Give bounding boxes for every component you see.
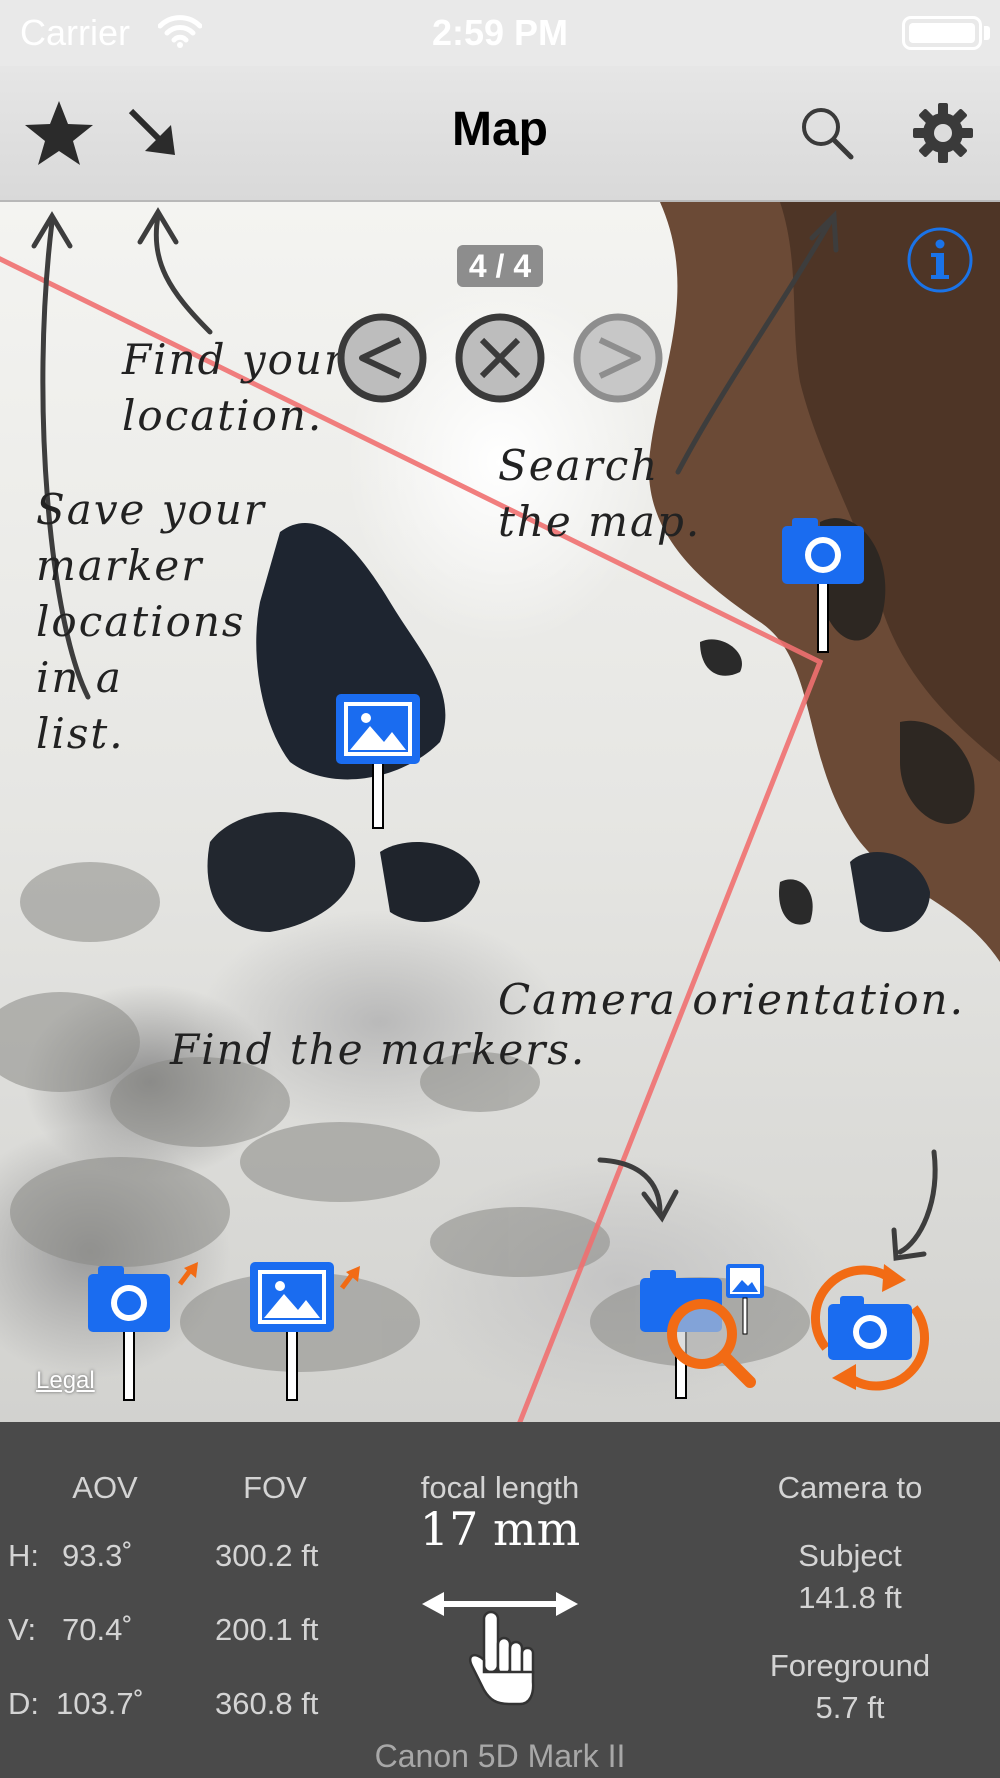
legal-link[interactable]: Legal [36,1367,95,1395]
fov-d-value: 360.8 ft [215,1686,319,1721]
clear-markers-button[interactable] [454,312,546,404]
hand-drag-icon [468,1610,535,1706]
fov-h-value: 300.2 ft [215,1538,319,1573]
marker-counter: 4 / 4 [457,245,543,287]
find-location-note: Find your location. [122,335,347,440]
aov-d-value: 103.7˚ [56,1686,144,1721]
camera-to-header: Camera to [777,1470,923,1505]
search-icon [802,108,854,160]
camera-orientation-note: Camera orientation. [498,975,965,1024]
map-view[interactable]: Find your location. Save your marker loc… [0,202,1000,1422]
save-markers-note: Save your marker locations in a list. [36,485,266,758]
foreground-label: Foreground [769,1648,931,1683]
clock: 2:59 PM [431,12,569,53]
fov-v-value: 200.1 ft [215,1612,319,1647]
battery-tip [984,26,990,40]
camera-orientation-button[interactable] [806,1260,932,1396]
info-button[interactable] [906,226,974,294]
settings-button[interactable] [898,88,988,178]
subject-distance: 141.8 ft [798,1580,902,1615]
camera-model-label[interactable]: Canon 5D Mark II [300,1738,700,1775]
picture-marker-with-arrow[interactable] [250,1262,362,1402]
focal-length-value: 17 mm [419,1502,581,1556]
camera-info-panel: AOV FOV focal length Camera to H: 93.3˚ … [0,1422,1000,1778]
search-button[interactable] [782,88,872,178]
battery-icon [902,16,982,50]
camera-marker-with-arrow[interactable] [88,1260,200,1402]
foreground-distance: 5.7 ft [815,1690,885,1725]
focal-length-slider[interactable] [420,1582,580,1732]
picture-marker[interactable] [336,694,420,830]
search-map-note: Search the map. [498,441,702,546]
aov-h-value: 93.3˚ [62,1538,133,1573]
navigation-bar: Map [0,66,1000,202]
gear-icon [913,103,973,163]
aov-v-value: 70.4˚ [62,1612,133,1647]
row-label-d: D: [8,1686,39,1721]
next-marker-button[interactable] [572,312,664,404]
status-bar: Carrier 2:59 PM [0,0,1000,66]
previous-marker-button[interactable] [336,312,428,404]
row-label-v: V: [8,1612,37,1647]
find-markers-button[interactable] [640,1262,770,1402]
focal-length-header: focal length [420,1470,580,1505]
find-markers-note: Find the markers. [170,1025,587,1074]
camera-marker[interactable] [782,512,864,654]
row-label-h: H: [8,1538,39,1573]
aov-header: AOV [72,1470,138,1505]
subject-label: Subject [798,1538,902,1573]
fov-header: FOV [243,1470,307,1505]
